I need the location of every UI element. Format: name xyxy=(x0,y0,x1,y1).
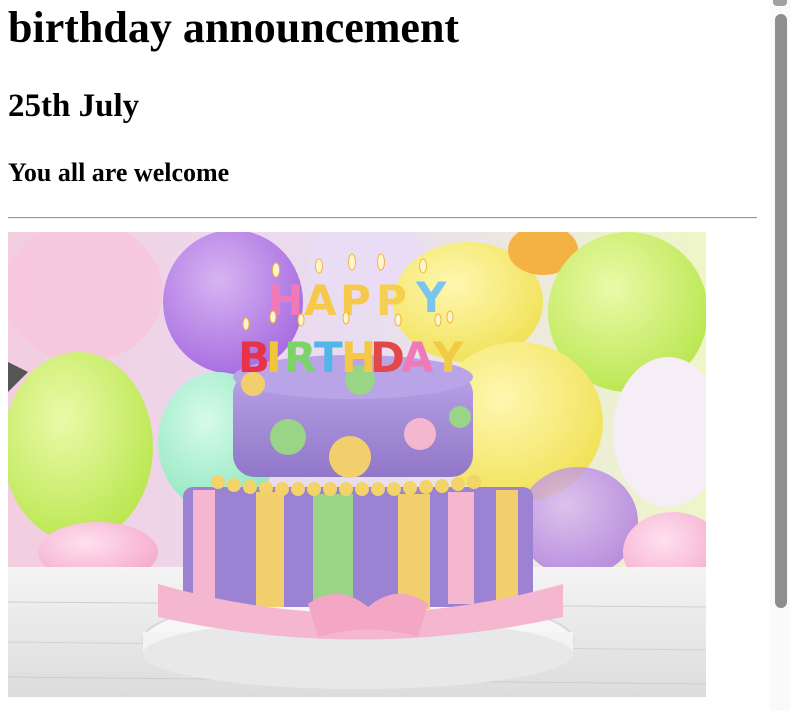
svg-text:A: A xyxy=(304,276,337,325)
svg-text:A: A xyxy=(401,333,434,382)
birthday-cake-image: H A P P Y B I R T H D A Y xyxy=(8,232,706,697)
vertical-scrollbar[interactable] xyxy=(770,0,790,711)
event-date: 25th July xyxy=(8,88,140,124)
svg-text:P: P xyxy=(376,276,407,325)
svg-text:R: R xyxy=(284,333,316,382)
svg-text:Y: Y xyxy=(415,273,447,322)
svg-text:Y: Y xyxy=(432,333,464,382)
scroll-up-arrow[interactable] xyxy=(773,0,787,6)
page-title: birthday announcement xyxy=(8,3,460,52)
svg-text:I: I xyxy=(266,333,282,382)
scrollbar-thumb[interactable] xyxy=(775,14,787,608)
horizontal-divider xyxy=(8,217,757,219)
welcome-message: You all are welcome xyxy=(8,158,230,187)
svg-text:D: D xyxy=(370,333,405,382)
svg-text:T: T xyxy=(314,333,343,382)
